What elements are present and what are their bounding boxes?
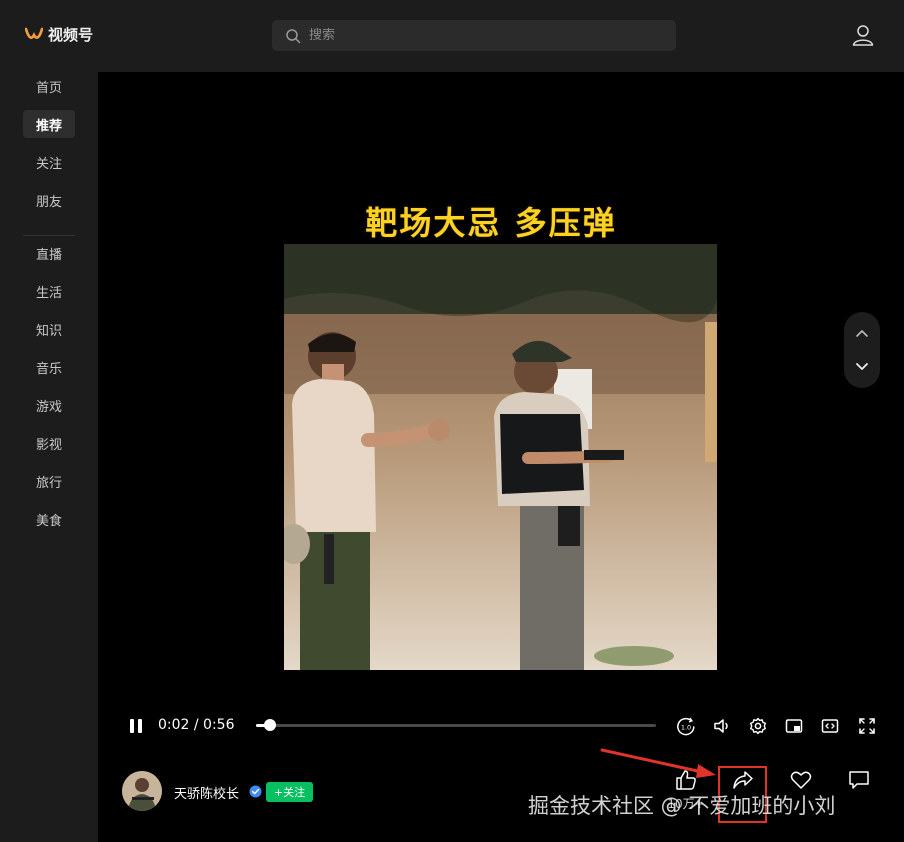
- user-icon[interactable]: [852, 24, 874, 46]
- top-bar: 视频号: [0, 0, 904, 72]
- sidebar-item-following[interactable]: 关注: [23, 148, 75, 176]
- picture-in-picture-icon: [785, 719, 803, 733]
- sidebar-item-music[interactable]: 音乐: [23, 353, 75, 381]
- channels-logo-icon: [25, 27, 43, 39]
- chevron-down-icon[interactable]: [854, 358, 870, 374]
- sidebar-item-knowledge[interactable]: 知识: [23, 315, 75, 343]
- fullscreen-icon: [859, 718, 875, 734]
- sidebar-item-life[interactable]: 生活: [23, 277, 75, 305]
- watermark: 掘金技术社区 @ 不爱加班的小刘: [528, 794, 836, 818]
- avatar-image: [122, 771, 162, 811]
- video-nav: [844, 312, 880, 388]
- chevron-up-icon[interactable]: [854, 326, 870, 342]
- sidebar-item-recommend[interactable]: 推荐: [23, 110, 75, 138]
- sidebar-item-home[interactable]: 首页: [23, 72, 75, 100]
- web-fullscreen-button[interactable]: [820, 716, 840, 736]
- comment-icon: [849, 771, 869, 789]
- progress-bar[interactable]: [256, 719, 656, 731]
- sidebar-divider: [23, 235, 75, 236]
- sidebar-item-games[interactable]: 游戏: [23, 391, 75, 419]
- pause-icon: [130, 719, 134, 733]
- settings-button[interactable]: [748, 716, 768, 736]
- speed-button[interactable]: 1.0: [676, 716, 696, 736]
- sidebar-item-film[interactable]: 影视: [23, 429, 75, 457]
- follow-button[interactable]: +关注: [266, 782, 313, 802]
- author-name[interactable]: 天骄陈校长: [174, 783, 239, 802]
- annotation-arrow: [600, 748, 716, 778]
- volume-icon: [714, 719, 728, 733]
- logo[interactable]: 视频号: [25, 24, 93, 45]
- time-display: 0:02 / 0:56: [158, 717, 235, 733]
- sidebar-item-friends[interactable]: 朋友: [23, 186, 75, 214]
- sidebar-item-live[interactable]: 直播: [23, 239, 75, 267]
- mini-player-button[interactable]: [784, 716, 804, 736]
- logo-text: 视频号: [48, 26, 94, 44]
- heart-icon: [790, 771, 812, 789]
- volume-button[interactable]: [712, 716, 732, 736]
- web-fullscreen-icon: [821, 719, 839, 733]
- search-box[interactable]: [272, 20, 676, 51]
- verified-badge-icon: [249, 785, 262, 798]
- video-frame[interactable]: [284, 244, 717, 670]
- sidebar-item-food[interactable]: 美食: [23, 505, 75, 533]
- video-still: [284, 244, 717, 670]
- comment-button[interactable]: [841, 768, 877, 795]
- sidebar: 首页 推荐 关注 朋友 直播 生活 知识 音乐 游戏 影视 旅行 美食: [0, 72, 98, 842]
- author-avatar[interactable]: [122, 771, 162, 811]
- pause-button[interactable]: [128, 716, 144, 736]
- speed-badge: 1.0: [681, 724, 691, 732]
- playback-speed-icon: 1.0: [677, 717, 695, 736]
- gear-icon: [750, 717, 766, 735]
- search-input[interactable]: [309, 28, 649, 43]
- next-video-peek: [705, 322, 717, 462]
- video-caption: 靶场大忌 多压弹: [365, 204, 617, 242]
- fullscreen-button[interactable]: [857, 716, 877, 736]
- sidebar-item-travel[interactable]: 旅行: [23, 467, 75, 495]
- search-icon: [286, 28, 301, 43]
